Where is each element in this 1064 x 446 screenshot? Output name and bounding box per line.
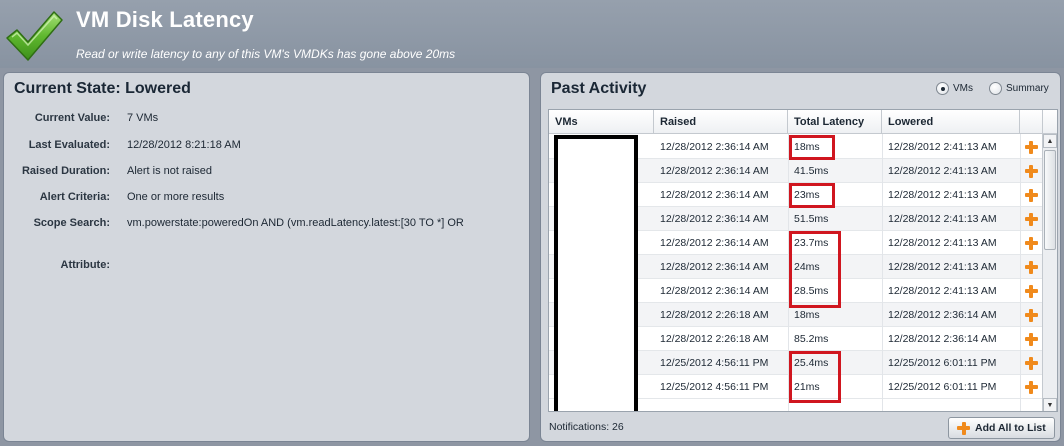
activity-table: VMs Raised Total Latency Lowered 12/28/2… <box>548 109 1058 412</box>
scroll-down-icon[interactable]: ▼ <box>1043 398 1057 411</box>
plus-icon <box>1024 164 1038 178</box>
raised-cell: 12/28/2012 2:36:14 AM <box>660 189 769 201</box>
highlight-box <box>789 231 841 308</box>
alert-criteria-value: One or more results <box>127 191 225 203</box>
add-to-list-button[interactable] <box>1020 135 1042 159</box>
current-state-title: Current State: Lowered <box>14 80 191 97</box>
page-title: VM Disk Latency <box>76 7 254 32</box>
alert-header: VM Disk Latency Read or write latency to… <box>0 0 1064 68</box>
plus-icon <box>1024 356 1038 370</box>
raised-duration-label: Raised Duration: <box>21 165 110 177</box>
radio-selected-icon[interactable] <box>936 82 949 95</box>
notifications-count: Notifications: 26 <box>549 421 624 433</box>
past-activity-panel: Past Activity VMs Summary VMs Raised Tot… <box>540 72 1061 442</box>
add-to-list-button[interactable] <box>1020 279 1042 303</box>
plus-icon <box>1024 212 1038 226</box>
radio-unselected-icon[interactable] <box>989 82 1002 95</box>
past-activity-title: Past Activity <box>551 80 647 97</box>
plus-icon <box>1024 284 1038 298</box>
lowered-cell: 12/28/2012 2:41:13 AM <box>888 237 997 249</box>
raised-cell: 12/28/2012 2:36:14 AM <box>660 285 769 297</box>
attribute-label: Attribute: <box>60 259 111 271</box>
current-value: 7 VMs <box>127 112 159 124</box>
raised-cell: 12/25/2012 4:56:11 PM <box>660 357 769 369</box>
lowered-cell: 12/28/2012 2:41:13 AM <box>888 165 997 177</box>
add-to-list-button[interactable] <box>1020 231 1042 255</box>
add-to-list-button[interactable] <box>1020 183 1042 207</box>
plus-icon <box>1024 188 1038 202</box>
table-header: VMs Raised Total Latency Lowered <box>549 110 1057 134</box>
lowered-cell: 12/28/2012 2:36:14 AM <box>888 333 997 345</box>
current-value-label: Current Value: <box>34 112 110 124</box>
add-to-list-button[interactable] <box>1020 159 1042 183</box>
add-to-list-button[interactable] <box>1020 351 1042 375</box>
raised-duration-value: Alert is not raised <box>127 165 212 177</box>
view-summary-label: Summary <box>1006 83 1049 94</box>
raised-cell: 12/28/2012 2:36:14 AM <box>660 141 769 153</box>
latency-cell: 85.2ms <box>794 333 829 345</box>
add-to-list-button[interactable] <box>1020 207 1042 231</box>
lowered-cell: 12/25/2012 6:01:11 PM <box>888 357 997 369</box>
highlight-box <box>789 135 835 160</box>
latency-cell: 41.5ms <box>794 165 829 177</box>
plus-icon <box>1024 332 1038 346</box>
highlight-box <box>789 351 841 403</box>
lowered-cell: 12/28/2012 2:41:13 AM <box>888 261 997 273</box>
current-state-panel: Current State: Lowered Current Value: 7 … <box>3 72 530 442</box>
column-header-vms[interactable]: VMs <box>549 110 654 134</box>
lowered-cell: 12/28/2012 2:41:13 AM <box>888 189 997 201</box>
raised-cell: 12/28/2012 2:36:14 AM <box>660 165 769 177</box>
view-summary-radio[interactable]: Summary <box>989 82 1049 95</box>
raised-cell: 12/28/2012 2:36:14 AM <box>660 213 769 225</box>
view-vms-radio[interactable]: VMs <box>936 82 973 95</box>
add-all-to-list-button[interactable]: Add All to List <box>948 417 1055 439</box>
column-divider <box>1020 134 1021 411</box>
scope-search-label: Scope Search: <box>33 217 110 229</box>
latency-cell: 51.5ms <box>794 213 829 225</box>
plus-icon <box>1024 380 1038 394</box>
plus-icon <box>957 421 970 435</box>
column-header-lowered[interactable]: Lowered <box>882 110 1020 134</box>
column-header-raised[interactable]: Raised <box>654 110 788 134</box>
highlight-box <box>789 183 835 208</box>
raised-cell: 12/28/2012 2:26:18 AM <box>660 309 769 321</box>
raised-cell: 12/28/2012 2:36:14 AM <box>660 237 769 249</box>
plus-icon <box>1024 140 1038 154</box>
add-to-list-button[interactable] <box>1020 303 1042 327</box>
scroll-thumb[interactable] <box>1044 150 1056 250</box>
lowered-cell: 12/28/2012 2:41:13 AM <box>888 141 997 153</box>
add-to-list-button[interactable] <box>1020 327 1042 351</box>
column-header-actions <box>1020 110 1043 134</box>
lowered-cell: 12/28/2012 2:41:13 AM <box>888 213 997 225</box>
add-all-label: Add All to List <box>975 422 1046 434</box>
add-to-list-button[interactable] <box>1020 375 1042 399</box>
raised-cell: 12/28/2012 2:26:18 AM <box>660 333 769 345</box>
add-to-list-button[interactable] <box>1020 255 1042 279</box>
lowered-cell: 12/25/2012 6:01:11 PM <box>888 381 997 393</box>
redacted-vm-names <box>554 135 638 411</box>
scope-search-value: vm.powerstate:poweredOn AND (vm.readLate… <box>127 217 464 229</box>
view-vms-label: VMs <box>953 83 973 94</box>
plus-icon <box>1024 260 1038 274</box>
plus-icon <box>1024 308 1038 322</box>
lowered-cell: 12/28/2012 2:36:14 AM <box>888 309 997 321</box>
scroll-up-icon[interactable]: ▲ <box>1043 134 1057 148</box>
last-evaluated-value: 12/28/2012 8:21:18 AM <box>127 139 241 151</box>
page-subtitle: Read or write latency to any of this VM'… <box>76 47 456 61</box>
lowered-cell: 12/28/2012 2:41:13 AM <box>888 285 997 297</box>
last-evaluated-label: Last Evaluated: <box>28 139 110 151</box>
raised-cell: 12/28/2012 2:36:14 AM <box>660 261 769 273</box>
plus-icon <box>1024 236 1038 250</box>
raised-cell: 12/25/2012 4:56:11 PM <box>660 381 769 393</box>
checkmark-icon <box>6 11 63 61</box>
table-scrollbar[interactable]: ▲ ▼ <box>1042 134 1057 411</box>
column-header-total-latency[interactable]: Total Latency <box>788 110 882 134</box>
alert-criteria-label: Alert Criteria: <box>39 191 110 203</box>
column-divider <box>882 134 883 411</box>
